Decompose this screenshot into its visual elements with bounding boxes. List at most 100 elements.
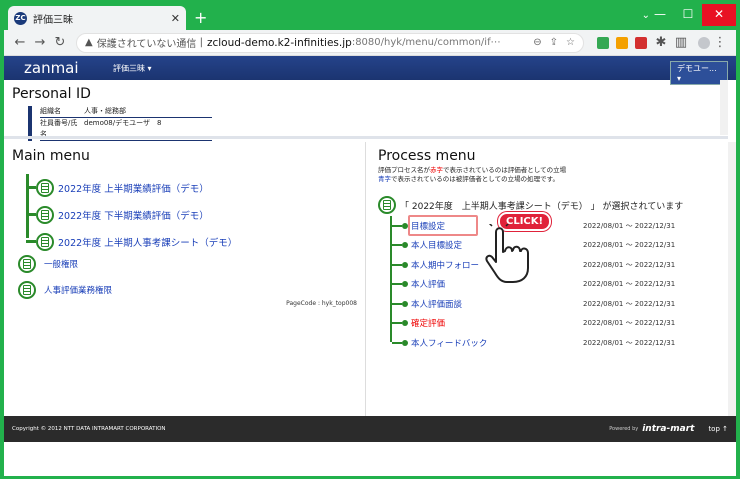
back-icon[interactable]: ← — [10, 35, 30, 50]
bullet-icon — [402, 242, 408, 249]
main-menu-link[interactable]: 2022年度 上半期人事考課シート（デモ） — [58, 235, 237, 249]
tree-branch — [26, 213, 36, 216]
forward-icon[interactable]: → — [30, 35, 50, 50]
copyright-text: Copyright © 2012 NTT DATA INTRAMART CORP… — [12, 426, 166, 432]
browser-tab[interactable]: ZC 評価三昧 ✕ — [8, 6, 186, 30]
process-date: 2022/08/01 ～ 2022/12/31 — [583, 260, 676, 269]
permission-link[interactable]: 一般権限 — [44, 258, 78, 270]
bullet-icon — [402, 261, 408, 268]
process-link[interactable]: 本人評価面談 — [411, 298, 583, 310]
puzzle-icon[interactable]: ✱ — [651, 35, 671, 50]
back-to-top-link[interactable]: top ↑ — [708, 425, 728, 433]
process-tree: 目標設定 2022/08/01 ～ 2022/12/31 本人目標設定 2022… — [390, 212, 718, 349]
kebab-menu-icon[interactable]: ⋮ — [710, 35, 730, 50]
main-menu-section: Main menu 2022年度 上半期業績評価（デモ） 2022年度 下半期業… — [4, 142, 366, 434]
window-controls: — ☐ ✕ — [646, 4, 736, 26]
main-menu-title: Main menu — [12, 148, 90, 164]
document-icon — [36, 205, 54, 224]
profile-avatar-icon[interactable] — [698, 36, 710, 49]
user-icon — [18, 255, 36, 273]
tree-branch — [26, 240, 36, 243]
document-icon — [36, 178, 54, 197]
personal-id-section: Personal ID 組織名 人事・総務部 社員番号/氏名 demo08/デモ… — [4, 80, 728, 141]
row-value: 人事・総務部 — [84, 107, 126, 115]
process-date: 2022/08/01 ～ 2022/12/31 — [583, 338, 676, 347]
selected-sheet-line: 「 2022年度 上半期人事考課シート（デモ） 」 が選択されています — [378, 196, 718, 214]
main-menu-link[interactable]: 2022年度 上半期業績評価（デモ） — [58, 181, 209, 195]
personal-id-title: Personal ID — [12, 86, 91, 102]
document-icon — [36, 232, 54, 251]
app-header: zanmai 評価三昧 ▾ デモユー... ▾ — [4, 56, 736, 85]
process-date: 2022/08/01 ～ 2022/12/31 — [583, 299, 676, 308]
process-link[interactable]: 本人フィードバック — [411, 337, 583, 349]
main-menu-link[interactable]: 2022年度 下半期業績評価（デモ） — [58, 208, 209, 222]
url-host: zcloud-demo.k2-infinities.jp — [206, 36, 352, 49]
permission-item[interactable]: 人事評価業務権限 — [18, 278, 357, 302]
share-icon[interactable]: ⇪ — [550, 37, 558, 48]
process-item[interactable]: 本人評価面談 2022/08/01 ～ 2022/12/31 — [392, 294, 718, 314]
main-menu-item[interactable]: 2022年度 上半期人事考課シート（デモ） — [26, 228, 357, 255]
pdf-extension-icon[interactable] — [635, 36, 647, 49]
address-bar: ← → ↻ ▲ 保護されていない通信 | zcloud-demo.k2-infi… — [4, 30, 736, 56]
process-link[interactable]: 確定評価 — [411, 317, 583, 329]
process-item[interactable]: 本人フィードバック 2022/08/01 ～ 2022/12/31 — [392, 333, 718, 353]
user-icon — [18, 281, 36, 299]
process-menu-section: Process menu 評価プロセス名が赤字で表示されているのは評価者としての… — [368, 142, 728, 434]
url-separator: | — [196, 37, 203, 48]
permission-item[interactable]: 一般権限 — [18, 252, 357, 276]
tree-branch — [392, 283, 402, 286]
minimize-icon[interactable]: — — [646, 4, 674, 26]
extension-orange-icon[interactable] — [616, 36, 628, 49]
table-row: 組織名 人事・総務部 — [40, 106, 212, 118]
new-tab-button[interactable]: + — [194, 8, 207, 27]
permission-link[interactable]: 人事評価業務権限 — [44, 284, 112, 296]
main-menu-item[interactable]: 2022年度 下半期業績評価（デモ） — [26, 201, 357, 228]
process-item[interactable]: 本人評価 2022/08/01 ～ 2022/12/31 — [392, 275, 718, 295]
tree-branch — [392, 341, 402, 344]
highlight-box — [408, 215, 478, 236]
scrollbar[interactable] — [728, 142, 736, 434]
page-content: Personal ID 組織名 人事・総務部 社員番号/氏名 demo08/デモ… — [4, 80, 736, 442]
row-key: 組織名 — [40, 107, 61, 115]
browser-window: ZC 評価三昧 ✕ + ⌄ — ☐ ✕ ← → ↻ ▲ 保護されていない通信 |… — [4, 4, 736, 476]
main-menu-item[interactable]: 2022年度 上半期業績評価（デモ） — [26, 174, 357, 201]
warning-icon: ▲ — [85, 37, 93, 48]
process-item[interactable]: 本人期中フォロー 2022/08/01 ～ 2022/12/31 — [392, 255, 718, 275]
bullet-icon — [402, 320, 408, 327]
app-menu-dropdown[interactable]: 評価三昧 ▾ — [113, 63, 152, 74]
note-text: で表示されているのは被評価者としての立場の処理です。 — [391, 175, 559, 183]
bullet-icon — [402, 300, 408, 307]
process-note-1: 評価プロセス名が赤字で表示されているのは評価者としての立場 — [378, 166, 718, 175]
close-tab-icon[interactable]: ✕ — [171, 12, 180, 25]
document-icon — [378, 196, 396, 214]
note-blue-text: 青字 — [378, 175, 391, 183]
process-menu-title: Process menu — [378, 148, 476, 164]
tree-branch — [392, 224, 402, 227]
process-item[interactable]: 本人目標設定 2022/08/01 ～ 2022/12/31 — [392, 236, 718, 256]
process-item[interactable]: 確定評価 2022/08/01 ～ 2022/12/31 — [392, 314, 718, 334]
zoom-icon[interactable]: ⊖ — [533, 37, 541, 48]
close-window-icon[interactable]: ✕ — [702, 4, 736, 26]
note-text: 評価プロセス名が — [378, 166, 430, 174]
tree-branch — [26, 186, 36, 189]
extension-green-icon[interactable] — [597, 36, 609, 49]
side-panel-icon[interactable]: ▥ — [671, 35, 691, 50]
url-input[interactable]: ▲ 保護されていない通信 | zcloud-demo.k2-infinities… — [76, 32, 584, 53]
process-date: 2022/08/01 ～ 2022/12/31 — [583, 319, 676, 328]
bullet-icon — [402, 281, 408, 288]
pointer-hand-icon — [485, 224, 529, 283]
process-date: 2022/08/01 ～ 2022/12/31 — [583, 221, 676, 230]
reload-icon[interactable]: ↻ — [50, 35, 70, 50]
url-path: :8080/hyk/menu/common/if⋯ — [351, 37, 501, 48]
bookmark-star-icon[interactable]: ☆ — [566, 37, 575, 48]
selected-sheet-text: 「 2022年度 上半期人事考課シート（デモ） 」 が選択されています — [400, 201, 684, 212]
security-warning-text: 保護されていない通信 — [96, 39, 197, 50]
maximize-icon[interactable]: ☐ — [674, 4, 702, 26]
tab-title: 評価三昧 — [33, 14, 73, 26]
scrollbar[interactable] — [720, 80, 728, 135]
favicon-icon: ZC — [14, 11, 27, 25]
tree-branch — [392, 322, 402, 325]
powered-by-text: Powered by — [609, 426, 639, 432]
process-date: 2022/08/01 ～ 2022/12/31 — [583, 241, 676, 250]
divider — [4, 136, 728, 139]
